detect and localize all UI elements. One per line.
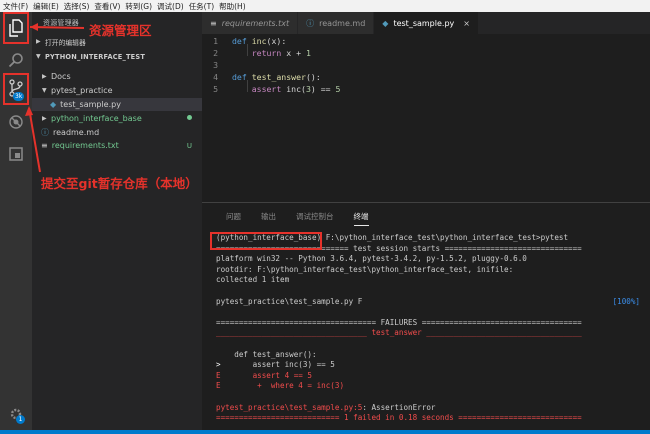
project-label: PYTHON_INTERFACE_TEST: [45, 52, 146, 61]
code-line: 4 def test_answer ():: [213, 72, 321, 82]
menu-view[interactable]: 查看(V): [94, 1, 120, 12]
menu-goto[interactable]: 转到(G): [125, 1, 152, 12]
terminal-line: pytest_practice\test_sample.py F [100%]: [216, 296, 640, 306]
tree-item-label: readme.md: [53, 127, 100, 137]
terminal-output[interactable]: (python_interface_base) F:\python_interf…: [216, 233, 646, 424]
text-file-icon: ≡: [41, 141, 48, 151]
terminal-line: =========================== 1 failed in …: [216, 413, 582, 423]
tree-item-label: python_interface_base: [51, 113, 142, 123]
terminal-line: E + where 4 = inc(3): [216, 381, 345, 391]
scm-highlight-box: [3, 73, 29, 105]
explorer-highlight-box: [3, 12, 29, 44]
menu-bar: 文件(F) 编辑(E) 选择(S) 查看(V) 转到(G) 调试(D) 任务(T…: [0, 0, 650, 12]
chevron-right-icon: ▶: [42, 114, 47, 122]
tree-item-docs[interactable]: ▶ Docs: [32, 70, 202, 84]
tree-item-requirements[interactable]: ≡ requirements.txt U: [32, 139, 202, 153]
terminal-line: _________________________________ test_a…: [216, 328, 582, 338]
tree-item-label: Docs: [51, 72, 71, 82]
chevron-right-icon: ▶: [36, 38, 41, 45]
terminal-line: platform win32 -- Python 3.6.4, pytest-3…: [216, 254, 527, 264]
menu-edit[interactable]: 编辑(E): [33, 1, 59, 12]
search-icon[interactable]: [4, 48, 28, 72]
chevron-down-icon: ▼: [36, 53, 41, 60]
terminal-line: E assert 4 == 5: [216, 370, 313, 380]
code-line: 2 return x + 1: [213, 48, 311, 58]
info-icon: ⓘ: [306, 18, 315, 28]
untracked-badge: U: [186, 141, 192, 150]
tree-item-test-sample[interactable]: ◆ test_sample.py: [32, 97, 202, 112]
code-editor[interactable]: 1 def inc (x): 2 return x + 1 3 4 def test_…: [202, 34, 650, 202]
tab-requirements[interactable]: ≡ requirements.txt: [202, 12, 299, 34]
tab-output[interactable]: 输出: [261, 211, 276, 222]
extensions-icon[interactable]: [4, 142, 28, 166]
tab-test-sample[interactable]: ◆ test_sample.py ×: [374, 12, 479, 34]
chevron-down-icon: ▼: [42, 87, 47, 95]
menu-tasks[interactable]: 任务(T): [189, 1, 214, 12]
text-file-icon: ≡: [210, 18, 217, 28]
tree-item-readme[interactable]: ⓘ readme.md: [32, 125, 202, 139]
terminal-line: > assert inc(3) == 5: [216, 360, 335, 370]
editor-tabs: ≡ requirements.txt ⓘ readme.md ◆ test_sa…: [202, 12, 650, 34]
tree-item-pytest-practice[interactable]: ▼ pytest_practice: [32, 84, 202, 98]
modified-dot-icon: [187, 114, 192, 122]
terminal-line: pytest_practice\test_sample.py:5: Assert…: [216, 402, 436, 412]
debug-icon[interactable]: [4, 110, 28, 134]
tab-label: readme.md: [319, 18, 366, 28]
prompt-path: F:\python_interface_test\python_interfac…: [321, 233, 569, 242]
tab-readme[interactable]: ⓘ readme.md: [298, 12, 375, 34]
menu-help[interactable]: 帮助(H): [219, 1, 246, 12]
menu-file[interactable]: 文件(F): [3, 1, 28, 12]
tree-item-python-interface-base[interactable]: ▶ python_interface_base: [32, 111, 202, 125]
progress-indicator: [100%]: [612, 296, 640, 306]
env-highlight-box: [210, 232, 322, 250]
code-line: 1 def inc (x):: [213, 36, 287, 46]
gear-icon[interactable]: [4, 402, 28, 426]
terminal-line: rootdir: F:\python_interface_test\python…: [216, 264, 514, 274]
settings-badge: 1: [16, 415, 25, 424]
code-line: 5 assert inc(3) == 5: [213, 84, 341, 94]
panel-tabs: 问题 输出 调试控制台 终端: [202, 203, 650, 229]
tab-debug-console[interactable]: 调试控制台: [296, 211, 334, 222]
terminal-line: =================================== FAIL…: [216, 317, 582, 327]
tab-label: requirements.txt: [221, 18, 290, 28]
terminal-line: collected 1 item: [216, 275, 290, 285]
python-file-icon: ◆: [382, 18, 389, 28]
scm-annotation-label: 提交至git暂存仓库（本地）: [41, 176, 198, 191]
tab-terminal[interactable]: 终端: [353, 211, 369, 226]
menu-debug[interactable]: 调试(D): [157, 1, 184, 12]
open-editors-label: 打开的编辑器: [45, 38, 86, 47]
tab-label: test_sample.py: [393, 18, 455, 28]
tab-problems[interactable]: 问题: [226, 211, 241, 222]
explorer-sidebar: 资源管理器 ▶ 打开的编辑器 ▼ PYTHON_INTERFACE_TEST ▶…: [32, 12, 202, 430]
terminal-line: def test_answer():: [216, 349, 317, 359]
info-icon: ⓘ: [41, 127, 49, 137]
chevron-right-icon: ▶: [42, 73, 47, 81]
python-file-icon: ◆: [50, 99, 57, 109]
status-bar: [0, 430, 650, 434]
project-section[interactable]: ▼ PYTHON_INTERFACE_TEST: [32, 49, 202, 64]
menu-selection[interactable]: 选择(S): [64, 1, 90, 12]
code-line: 3: [213, 60, 218, 70]
tree-item-label: requirements.txt: [51, 141, 119, 151]
close-icon[interactable]: ×: [463, 19, 470, 28]
explorer-annotation-label: 资源管理区: [89, 23, 152, 38]
tree-item-label: pytest_practice: [51, 86, 113, 96]
tree-item-label: test_sample.py: [60, 99, 121, 109]
